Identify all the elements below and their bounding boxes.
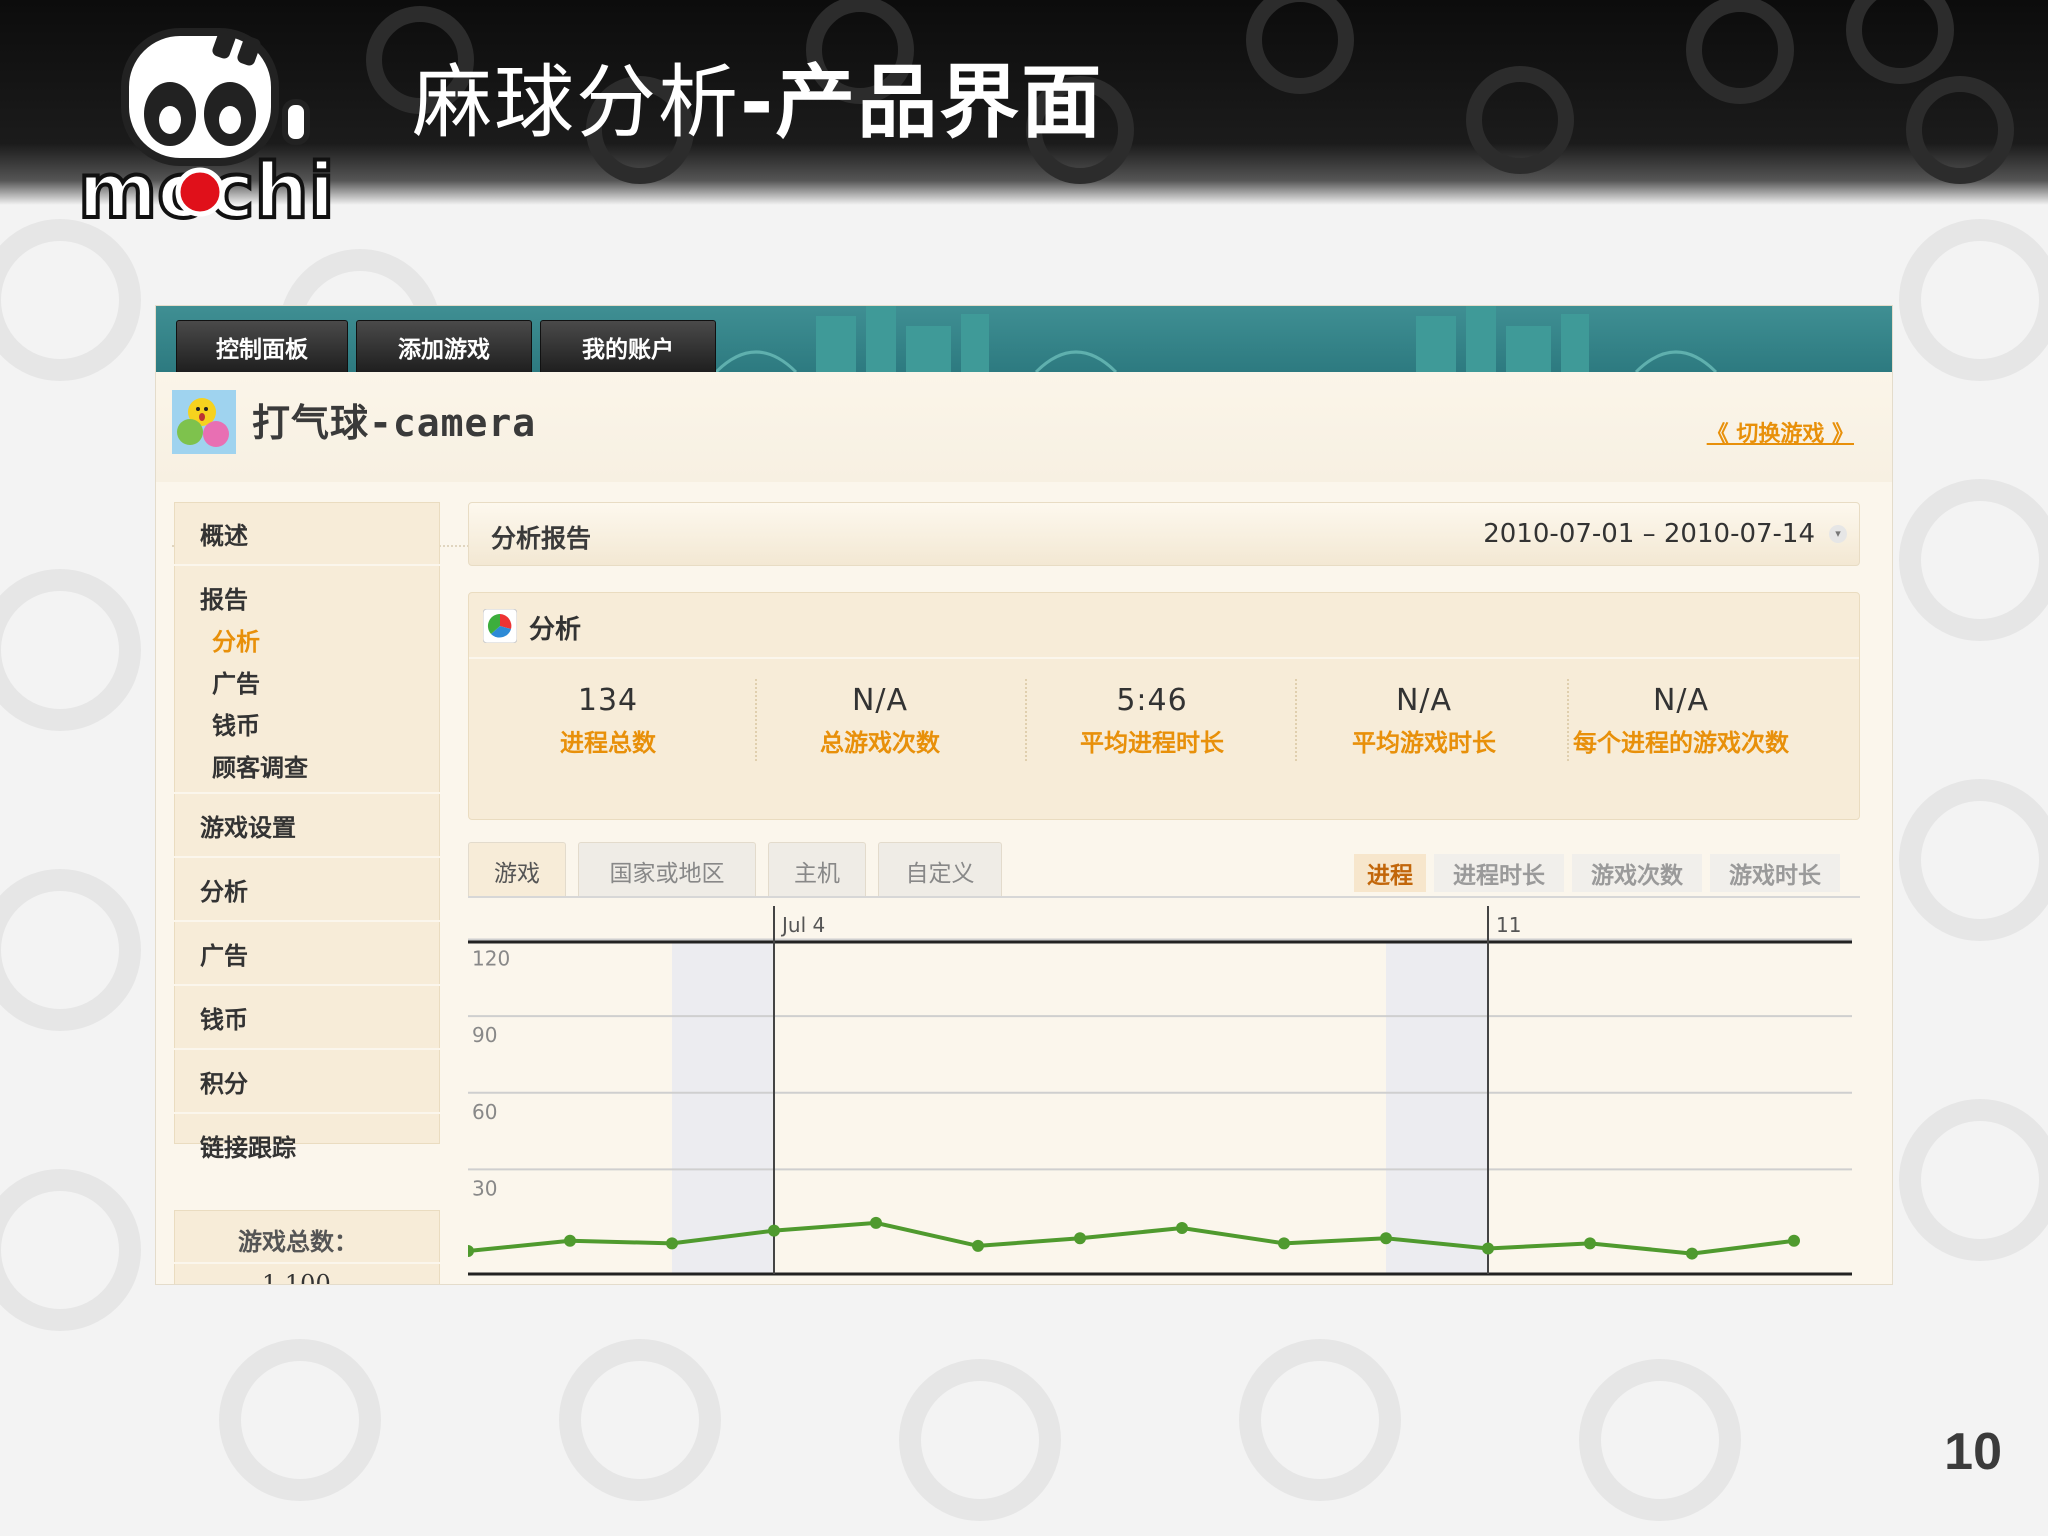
tab-host[interactable]: 主机: [768, 842, 866, 898]
data-point: [1584, 1237, 1596, 1250]
metric-tab-sessions[interactable]: 进程: [1354, 854, 1426, 892]
switch-game-link[interactable]: 《 切换游戏 》: [1707, 416, 1854, 448]
data-point: [1686, 1247, 1698, 1260]
summary-title: 分析: [529, 615, 582, 645]
y-tick-label: 120: [472, 947, 510, 971]
slide-title-main: 麻球分析: [412, 56, 740, 149]
metric-value: N/A: [1395, 683, 1453, 718]
metric-plays-per-session: N/A 每个进程的游戏次数: [1561, 683, 1801, 762]
metric-value: 134: [577, 683, 639, 718]
analytics-app-screenshot: 控制面板 添加游戏 我的账户 打气球-camera 《 切换游戏 》 概述 报告…: [156, 306, 1892, 1284]
total-games-label: 游戏总数：: [238, 1227, 358, 1256]
sidebar-item-coins[interactable]: 钱币: [200, 1000, 248, 1035]
tab-country-region[interactable]: 国家或地区: [578, 842, 756, 898]
tab-dashboard[interactable]: 控制面板: [176, 320, 348, 372]
data-point: [1074, 1232, 1086, 1245]
sidebar: 概述 报告 分析 广告 钱币 顾客调查 游戏设置 分析 广告 钱币 积分 链接跟…: [174, 502, 440, 1284]
data-point: [462, 1245, 474, 1258]
data-point: [1278, 1237, 1290, 1250]
data-point: [1482, 1242, 1494, 1255]
divider: [174, 1048, 440, 1050]
metric-total-sessions: 134 进程总数: [473, 683, 743, 762]
tab-games[interactable]: 游戏: [468, 842, 566, 898]
divider: [174, 564, 440, 566]
sidebar-item-reports[interactable]: 报告: [200, 580, 248, 615]
date-range-picker[interactable]: 2010-07-01 – 2010-07-14: [1483, 519, 1815, 549]
tab-custom[interactable]: 自定义: [878, 842, 1002, 898]
report-title: 分析报告: [491, 524, 592, 553]
game-header: 打气球-camera 《 切换游戏 》: [156, 372, 1892, 547]
report-header: 分析报告 2010-07-01 – 2010-07-14 ▾: [468, 502, 1860, 566]
metric-value: 5:46: [1116, 683, 1188, 718]
metric-tab-session-length[interactable]: 进程时长: [1434, 854, 1564, 892]
tabs-underline: [468, 896, 1860, 898]
data-point: [972, 1239, 984, 1252]
metric-label: 平均游戏时长: [1352, 728, 1496, 757]
y-tick-label: 30: [472, 1176, 497, 1200]
summary-header: 分析: [469, 593, 1859, 659]
slide-title-suffix: -产品界面: [740, 56, 1104, 149]
metric-value: N/A: [851, 683, 909, 718]
chevron-down-icon[interactable]: ▾: [1829, 525, 1847, 543]
data-point: [1380, 1232, 1392, 1245]
metric-tab-play-count[interactable]: 游戏次数: [1572, 854, 1702, 892]
divider: [174, 856, 440, 858]
mochi-logo: mochi: [70, 22, 350, 237]
total-games-value: 1,100: [262, 1270, 331, 1284]
game-balloon-icon: [172, 390, 236, 454]
data-point: [1788, 1234, 1800, 1247]
sidebar-subitem-ads[interactable]: 广告: [212, 664, 260, 699]
series-line: [467, 1220, 1795, 1256]
sidebar-subitem-coins[interactable]: 钱币: [212, 706, 260, 741]
divider: [174, 792, 440, 794]
chart-canvas: 120 90 60 30 Jul 4 11: [462, 906, 1852, 1276]
tab-my-account[interactable]: 我的账户: [540, 320, 716, 372]
sidebar-item-game-settings[interactable]: 游戏设置: [200, 808, 296, 843]
divider: [174, 984, 440, 986]
x-tick-label: 11: [1496, 913, 1521, 937]
weekend-shade: [1386, 942, 1488, 1274]
divider: [174, 1262, 440, 1264]
page-number: 10: [1944, 1423, 2002, 1481]
top-navigation: 控制面板 添加游戏 我的账户: [156, 306, 1892, 372]
data-point: [768, 1224, 780, 1237]
metric-value: N/A: [1652, 683, 1710, 718]
sidebar-item-ads[interactable]: 广告: [200, 936, 248, 971]
sidebar-item-points[interactable]: 积分: [200, 1064, 248, 1099]
metric-tab-play-length[interactable]: 游戏时长: [1710, 854, 1840, 892]
sessions-line-chart: 120 90 60 30 Jul 4 11: [462, 904, 1860, 1284]
sidebar-item-link-tracking[interactable]: 链接跟踪: [200, 1128, 296, 1163]
y-tick-label: 60: [472, 1100, 497, 1124]
metric-label: 进程总数: [560, 728, 656, 757]
pie-chart-icon: [482, 608, 518, 644]
metric-label: 每个进程的游戏次数: [1573, 728, 1789, 757]
data-point: [870, 1216, 882, 1229]
game-title: 打气球-camera: [252, 401, 537, 445]
sidebar-item-analytics[interactable]: 分析: [200, 872, 248, 907]
metric-avg-session-length: 5:46 平均进程时长: [1017, 683, 1287, 762]
y-tick-label: 90: [472, 1023, 497, 1047]
divider: [174, 1112, 440, 1114]
metric-avg-play-length: N/A 平均游戏时长: [1289, 683, 1559, 762]
data-point: [1176, 1222, 1188, 1235]
x-tick-label: Jul 4: [780, 913, 825, 937]
data-point: [666, 1237, 678, 1250]
divider: [174, 920, 440, 922]
metric-label: 平均进程时长: [1080, 728, 1224, 757]
data-point: [564, 1234, 576, 1247]
tab-add-game[interactable]: 添加游戏: [356, 320, 532, 372]
metric-label: 总游戏次数: [820, 728, 940, 757]
weekend-shade: [672, 942, 774, 1274]
sidebar-subitem-analytics[interactable]: 分析: [212, 622, 260, 657]
sidebar-subitem-survey[interactable]: 顾客调查: [212, 748, 308, 783]
metric-total-plays: N/A 总游戏次数: [745, 683, 1015, 762]
slide-title: 麻球分析-产品界面: [412, 38, 1103, 154]
sidebar-item-overview[interactable]: 概述: [200, 516, 248, 551]
analytics-summary: 分析 134 进程总数 N/A 总游戏次数 5:46 平均进程时长 N/A 平均…: [468, 592, 1860, 820]
